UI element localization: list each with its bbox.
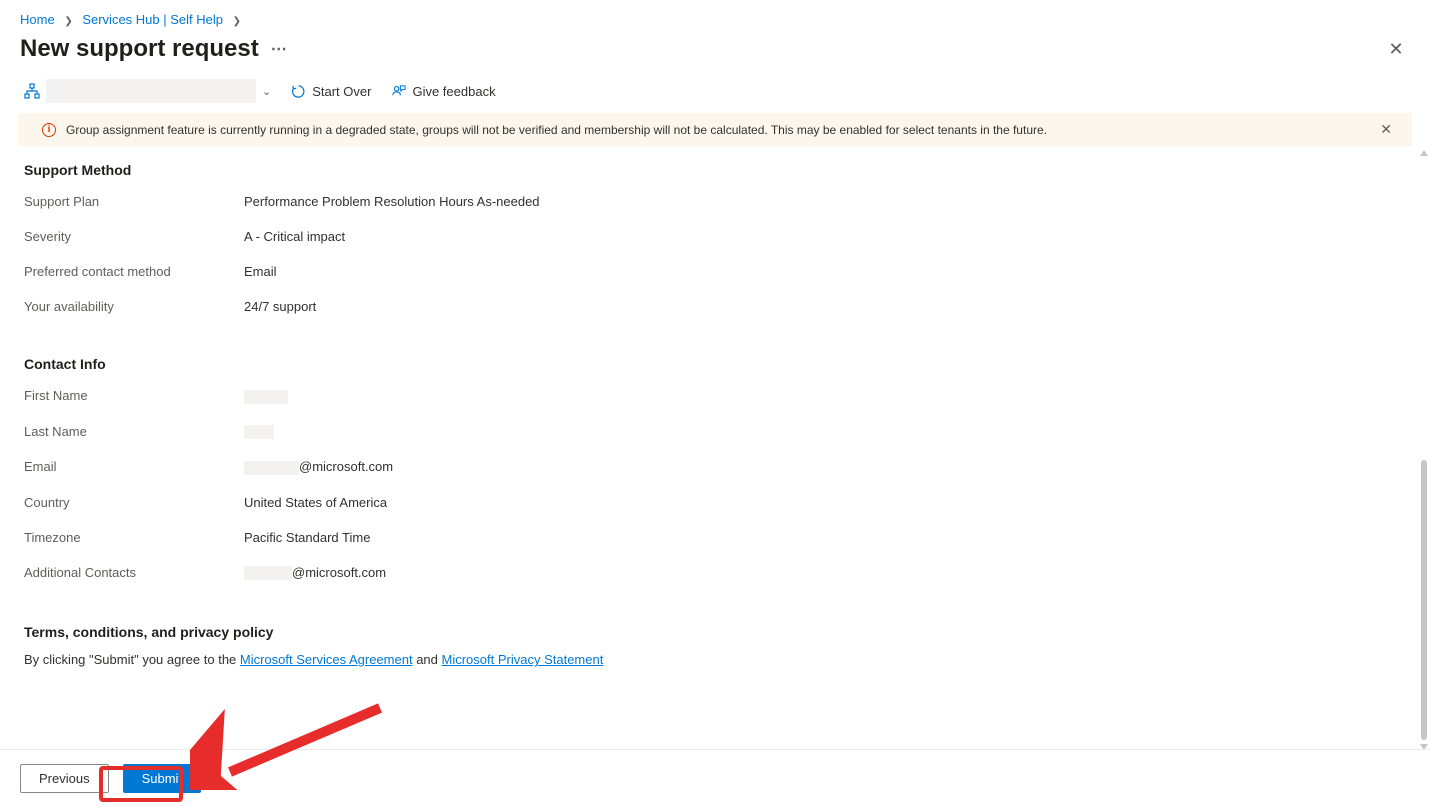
footer-actions: Previous Submit bbox=[0, 749, 1430, 807]
form-content: Support Method Support Plan Performance … bbox=[0, 146, 1430, 746]
toolbar: ⌄ Start Over Give feedback bbox=[0, 73, 1430, 113]
country-row: Country United States of America bbox=[24, 485, 1406, 520]
restart-icon bbox=[291, 84, 306, 99]
scroll-thumb[interactable] bbox=[1421, 460, 1427, 740]
field-value: @microsoft.com bbox=[244, 565, 386, 581]
warning-icon: i bbox=[42, 123, 56, 137]
scrollbar[interactable] bbox=[1420, 150, 1428, 750]
field-label: Country bbox=[24, 495, 244, 510]
previous-button[interactable]: Previous bbox=[20, 764, 109, 793]
close-button[interactable]: ✕ bbox=[1382, 35, 1410, 63]
page-title: New support request ⋯ bbox=[20, 35, 287, 63]
privacy-statement-link[interactable]: Microsoft Privacy Statement bbox=[442, 652, 604, 667]
scope-selector[interactable]: ⌄ bbox=[24, 79, 271, 103]
scope-value bbox=[46, 79, 256, 103]
more-actions-icon[interactable]: ⋯ bbox=[271, 39, 287, 59]
breadcrumb-services-hub[interactable]: Services Hub | Self Help bbox=[82, 12, 223, 27]
contact-method-row: Preferred contact method Email bbox=[24, 254, 1406, 289]
start-over-label: Start Over bbox=[312, 84, 371, 99]
page-title-text: New support request bbox=[20, 35, 259, 63]
redacted-value bbox=[244, 461, 299, 475]
field-value bbox=[244, 388, 288, 404]
contact-info-heading: Contact Info bbox=[24, 356, 1406, 372]
field-value: A - Critical impact bbox=[244, 229, 345, 244]
severity-row: Severity A - Critical impact bbox=[24, 219, 1406, 254]
dismiss-alert-button[interactable]: ✕ bbox=[1380, 121, 1392, 138]
submit-button[interactable]: Submit bbox=[123, 764, 201, 793]
field-value: Performance Problem Resolution Hours As-… bbox=[244, 194, 540, 209]
field-label: Severity bbox=[24, 229, 244, 244]
field-label: Your availability bbox=[24, 299, 244, 314]
chevron-right-icon: ❯ bbox=[233, 16, 241, 27]
timezone-row: Timezone Pacific Standard Time bbox=[24, 520, 1406, 555]
field-value: United States of America bbox=[244, 495, 387, 510]
terms-prefix: By clicking "Submit" you agree to the bbox=[24, 652, 240, 667]
field-label: Preferred contact method bbox=[24, 264, 244, 279]
breadcrumb-home[interactable]: Home bbox=[20, 12, 55, 27]
terms-middle: and bbox=[413, 652, 442, 667]
field-label: Last Name bbox=[24, 424, 244, 440]
start-over-button[interactable]: Start Over bbox=[291, 84, 371, 99]
support-plan-row: Support Plan Performance Problem Resolut… bbox=[24, 184, 1406, 219]
chevron-down-icon: ⌄ bbox=[262, 85, 271, 98]
breadcrumb: Home ❯ Services Hub | Self Help ❯ bbox=[0, 0, 1430, 31]
terms-text: By clicking "Submit" you agree to the Mi… bbox=[24, 646, 1406, 667]
feedback-icon bbox=[391, 84, 406, 99]
field-label: Timezone bbox=[24, 530, 244, 545]
field-value: 24/7 support bbox=[244, 299, 316, 314]
field-value: @microsoft.com bbox=[244, 459, 393, 475]
warning-text: Group assignment feature is currently ru… bbox=[66, 123, 1047, 137]
redacted-value bbox=[244, 566, 292, 580]
scroll-up-icon[interactable] bbox=[1420, 150, 1428, 156]
field-label: Support Plan bbox=[24, 194, 244, 209]
first-name-row: First Name bbox=[24, 378, 1406, 414]
email-row: Email @microsoft.com bbox=[24, 449, 1406, 485]
email-domain: @microsoft.com bbox=[299, 459, 393, 474]
field-value: Pacific Standard Time bbox=[244, 530, 370, 545]
field-value: Email bbox=[244, 264, 277, 279]
field-label: Additional Contacts bbox=[24, 565, 244, 581]
field-label: Email bbox=[24, 459, 244, 475]
availability-row: Your availability 24/7 support bbox=[24, 289, 1406, 324]
additional-contacts-row: Additional Contacts @microsoft.com bbox=[24, 555, 1406, 591]
last-name-row: Last Name bbox=[24, 414, 1406, 450]
terms-heading: Terms, conditions, and privacy policy bbox=[24, 624, 1406, 640]
field-value bbox=[244, 424, 274, 440]
chevron-right-icon: ❯ bbox=[64, 16, 72, 27]
support-method-heading: Support Method bbox=[24, 162, 1406, 178]
email-domain: @microsoft.com bbox=[292, 565, 386, 580]
warning-banner: i Group assignment feature is currently … bbox=[18, 113, 1412, 146]
give-feedback-button[interactable]: Give feedback bbox=[391, 84, 495, 99]
field-label: First Name bbox=[24, 388, 244, 404]
redacted-value bbox=[244, 425, 274, 439]
give-feedback-label: Give feedback bbox=[412, 84, 495, 99]
hierarchy-icon bbox=[24, 83, 40, 99]
services-agreement-link[interactable]: Microsoft Services Agreement bbox=[240, 652, 413, 667]
redacted-value bbox=[244, 390, 288, 404]
